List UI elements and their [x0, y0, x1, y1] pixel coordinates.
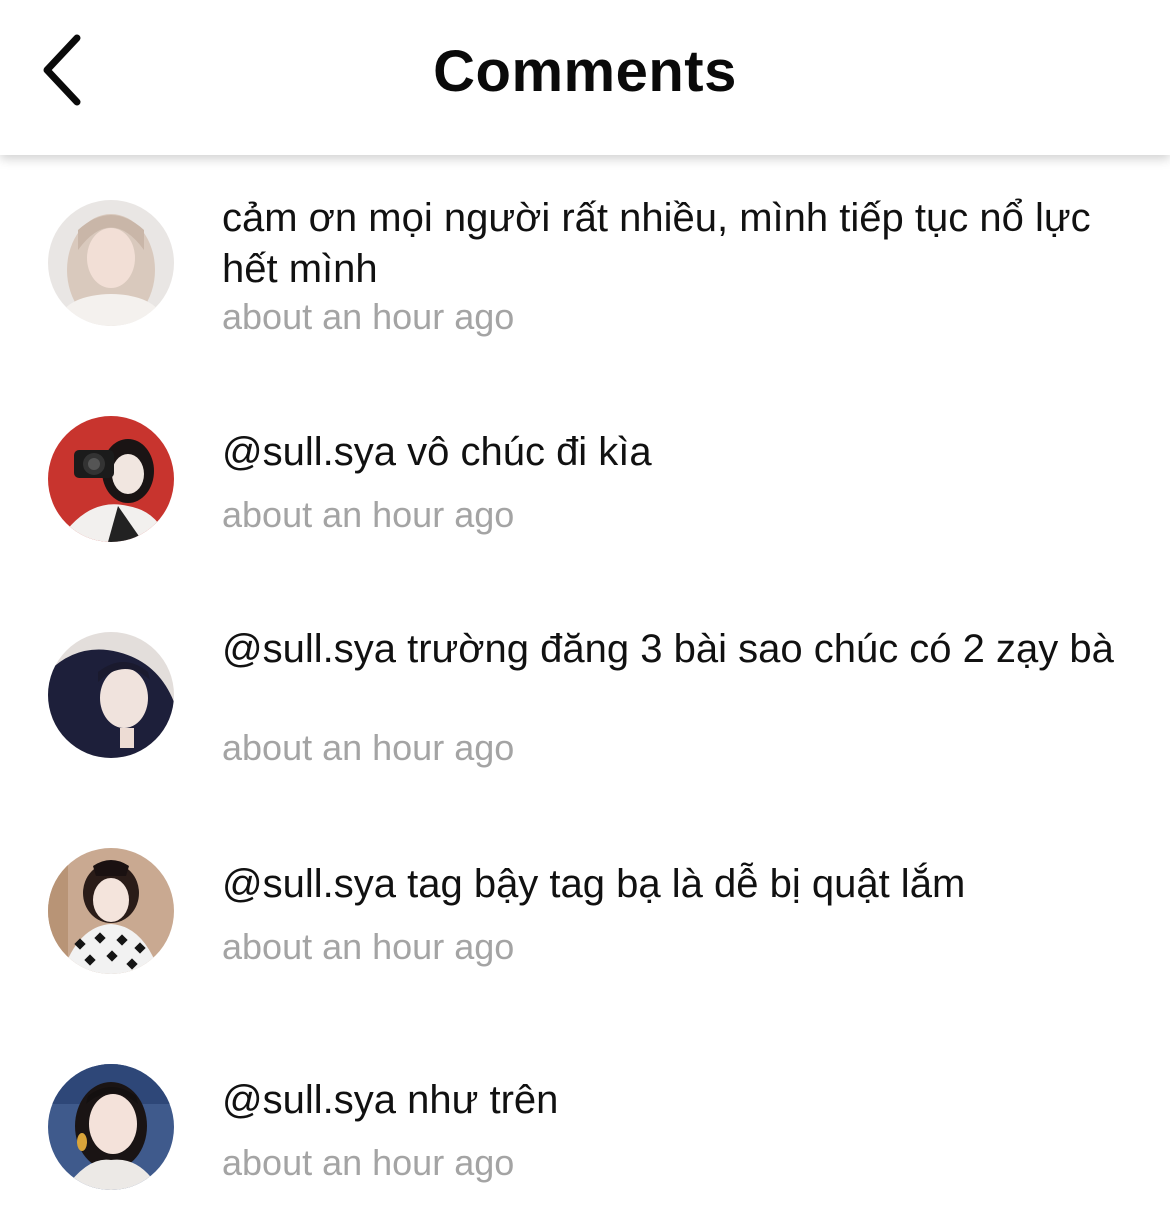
- comment-timestamp: about an hour ago: [222, 296, 515, 337]
- comment-text: @sull.sya như trên: [222, 1078, 559, 1122]
- comment-timestamp: about an hour ago: [222, 1142, 515, 1183]
- avatar[interactable]: [48, 1064, 174, 1190]
- top-bar: Comments: [0, 0, 1170, 155]
- comment-text: cảm ơn mọi người rất nhiều, mình tiếp tụ…: [222, 196, 1091, 291]
- avatar[interactable]: [48, 632, 174, 758]
- comment-text: @sull.sya tag bậy tag bạ là dễ bị quật l…: [222, 862, 966, 906]
- avatar[interactable]: [48, 848, 174, 974]
- comment-text: @sull.sya vô chúc đi kìa: [222, 430, 652, 474]
- comment-timestamp: about an hour ago: [222, 926, 515, 967]
- comment-timestamp: about an hour ago: [222, 727, 515, 768]
- comment-timestamp: about an hour ago: [222, 494, 515, 535]
- page-title: Comments: [433, 39, 737, 104]
- comment-text: @sull.sya trường đăng 3 bài sao chúc có …: [222, 627, 1114, 671]
- avatar[interactable]: [48, 200, 174, 326]
- avatar[interactable]: [48, 416, 174, 542]
